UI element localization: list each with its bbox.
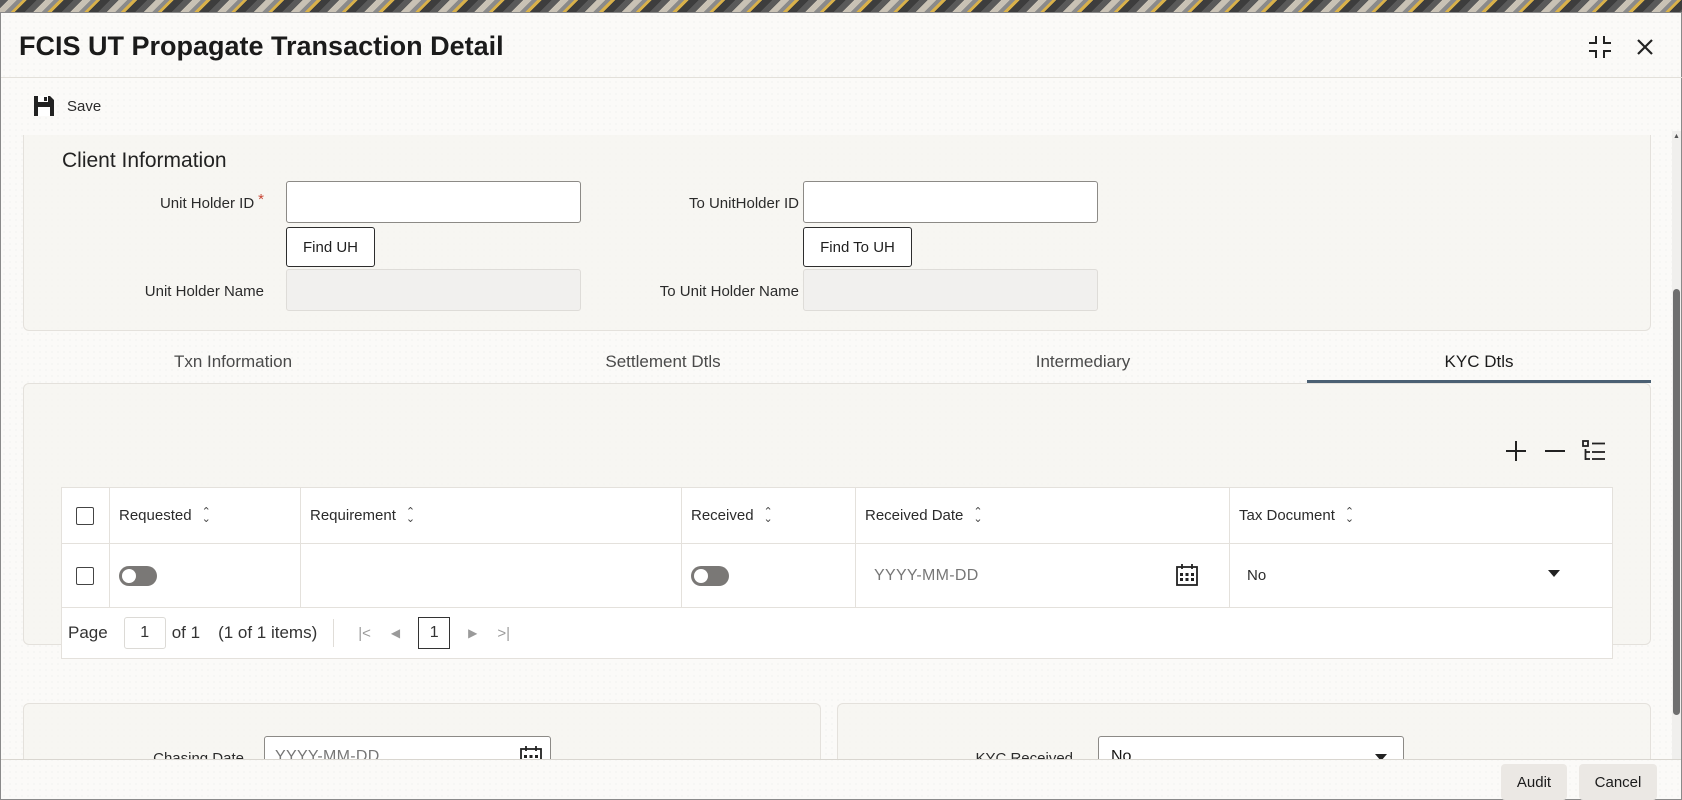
- tab-txn-information[interactable]: Txn Information: [23, 341, 443, 383]
- sort-icon[interactable]: ⌃ ⌄: [1345, 506, 1354, 524]
- to-unitholder-id-input[interactable]: [803, 181, 1098, 223]
- previous-page-icon[interactable]: ◀: [391, 626, 400, 640]
- row-select-checkbox[interactable]: [76, 566, 94, 585]
- unit-holder-id-label-text: Unit Holder ID: [159, 195, 255, 212]
- sort-icon[interactable]: ⌃ ⌄: [406, 506, 415, 524]
- chasing-date-input[interactable]: YYYY-MM-DD: [264, 736, 551, 759]
- to-unitholder-id-label: To UnitHolder ID: [688, 195, 799, 212]
- sort-icon[interactable]: ⌃ ⌄: [202, 506, 211, 524]
- column-label: Requested: [119, 507, 192, 524]
- footer-bar: Audit Cancel: [1, 759, 1681, 800]
- page-count: of 1: [171, 623, 201, 642]
- column-header-received[interactable]: Received ⌃ ⌄: [682, 488, 856, 543]
- section-title: Client Information: [62, 149, 227, 172]
- minus-icon[interactable]: [1541, 437, 1569, 465]
- requested-cell: [110, 544, 301, 607]
- tab-intermediary[interactable]: Intermediary: [873, 341, 1293, 383]
- table-header-row: Requested ⌃ ⌄ Requirement ⌃ ⌄ Received ⌃ ⌄ Rec…: [62, 488, 1612, 544]
- floppy-disk-icon: [34, 96, 54, 116]
- page-label: Page: [68, 623, 108, 642]
- scrollbar-thumb[interactable]: [1673, 289, 1680, 715]
- find-to-uh-button[interactable]: Find To UH: [803, 227, 912, 267]
- column-label: Received Date: [865, 507, 964, 524]
- received-date-cell[interactable]: YYYY-MM-DD: [856, 544, 1230, 607]
- column-label: Received: [691, 507, 754, 524]
- kyc-received-select[interactable]: No: [1098, 736, 1404, 759]
- unit-holder-id-label: Unit Holder ID *: [114, 191, 264, 212]
- tab-bar: Txn Information Settlement Dtls Intermed…: [23, 341, 1651, 383]
- column-header-requirement[interactable]: Requirement ⌃ ⌄: [301, 488, 682, 543]
- dialog-window: FCIS UT Propagate Transaction Detail Sav…: [0, 12, 1682, 800]
- form-content: Client Information Unit Holder ID * Find …: [1, 131, 1669, 759]
- list-view-icon[interactable]: [1580, 437, 1608, 465]
- title-divider: [1, 77, 1682, 78]
- last-page-icon[interactable]: >|: [497, 625, 510, 642]
- kyc-received-label: KYC Received: [975, 750, 1073, 759]
- tax-document-select[interactable]: No: [1247, 567, 1266, 584]
- calendar-icon[interactable]: [1174, 562, 1200, 588]
- select-all-cell: [62, 488, 110, 543]
- sort-icon[interactable]: ⌃ ⌄: [764, 506, 773, 524]
- column-header-requested[interactable]: Requested ⌃ ⌄: [110, 488, 301, 543]
- page-title: FCIS UT Propagate Transaction Detail: [19, 31, 504, 61]
- current-page-button[interactable]: 1: [418, 617, 451, 649]
- audit-button[interactable]: Audit: [1501, 764, 1567, 800]
- row-select-cell: [62, 544, 110, 607]
- items-count: (1 of 1 items): [218, 623, 318, 642]
- kyc-table: Requested ⌃ ⌄ Requirement ⌃ ⌄ Received ⌃ ⌄ Rec…: [61, 487, 1613, 659]
- first-page-icon[interactable]: |<: [358, 625, 371, 642]
- select-all-checkbox[interactable]: [76, 506, 94, 525]
- pager-divider: [333, 619, 335, 647]
- client-information-panel: Client Information Unit Holder ID * Find …: [23, 135, 1651, 331]
- table-row: YYYY-MM-DD No: [62, 544, 1612, 608]
- plus-icon[interactable]: [1502, 437, 1530, 465]
- unit-holder-name-label: Unit Holder Name: [144, 283, 264, 300]
- sort-icon[interactable]: ⌃ ⌄: [973, 506, 982, 524]
- kyc-received-value: No: [1111, 748, 1132, 759]
- unit-holder-name-field: [286, 269, 581, 311]
- received-cell: [682, 544, 856, 607]
- tax-document-cell[interactable]: No: [1230, 544, 1612, 607]
- column-label: Tax Document: [1239, 507, 1335, 524]
- next-page-icon[interactable]: ▶: [468, 626, 477, 640]
- to-unit-holder-name-field: [803, 269, 1098, 311]
- column-header-tax-document[interactable]: Tax Document ⌃ ⌄: [1230, 488, 1612, 543]
- tab-settlement-dtls[interactable]: Settlement Dtls: [453, 341, 873, 383]
- close-icon[interactable]: [1631, 33, 1659, 61]
- decorative-header-strip: [0, 0, 1682, 12]
- to-unit-holder-name-label: To Unit Holder Name: [659, 283, 799, 300]
- pagination: Page 1 of 1 (1 of 1 items) |< ◀ 1 ▶ >|: [62, 608, 1612, 658]
- chasing-panel: Chasing Date YYYY-MM-DD: [23, 703, 821, 759]
- page-number-input[interactable]: 1: [123, 617, 166, 649]
- vertical-scrollbar[interactable]: ▲: [1672, 131, 1681, 759]
- received-date-input[interactable]: YYYY-MM-DD: [874, 567, 979, 585]
- unit-holder-id-input[interactable]: [286, 181, 581, 223]
- requested-toggle[interactable]: [119, 565, 157, 586]
- calendar-icon[interactable]: [518, 744, 544, 759]
- chevron-down-icon[interactable]: [1548, 570, 1560, 577]
- required-indicator: *: [258, 191, 264, 208]
- requirement-cell: [301, 544, 682, 607]
- chasing-date-label: Chasing Date: [153, 750, 244, 759]
- cancel-button[interactable]: Cancel: [1579, 764, 1657, 800]
- received-toggle[interactable]: [691, 565, 729, 586]
- tab-kyc-dtls[interactable]: KYC Dtls: [1307, 341, 1651, 383]
- save-label: Save: [67, 97, 102, 115]
- save-button[interactable]: Save: [31, 93, 101, 119]
- scroll-up-icon[interactable]: ▲: [1673, 133, 1680, 140]
- collapse-icon[interactable]: [1586, 33, 1614, 61]
- chasing-date-placeholder: YYYY-MM-DD: [275, 748, 380, 759]
- kyc-status-panel: KYC Received No: [837, 703, 1651, 759]
- column-header-received-date[interactable]: Received Date ⌃ ⌄: [856, 488, 1230, 543]
- find-uh-button[interactable]: Find UH: [286, 227, 375, 267]
- column-label: Requirement: [310, 507, 396, 524]
